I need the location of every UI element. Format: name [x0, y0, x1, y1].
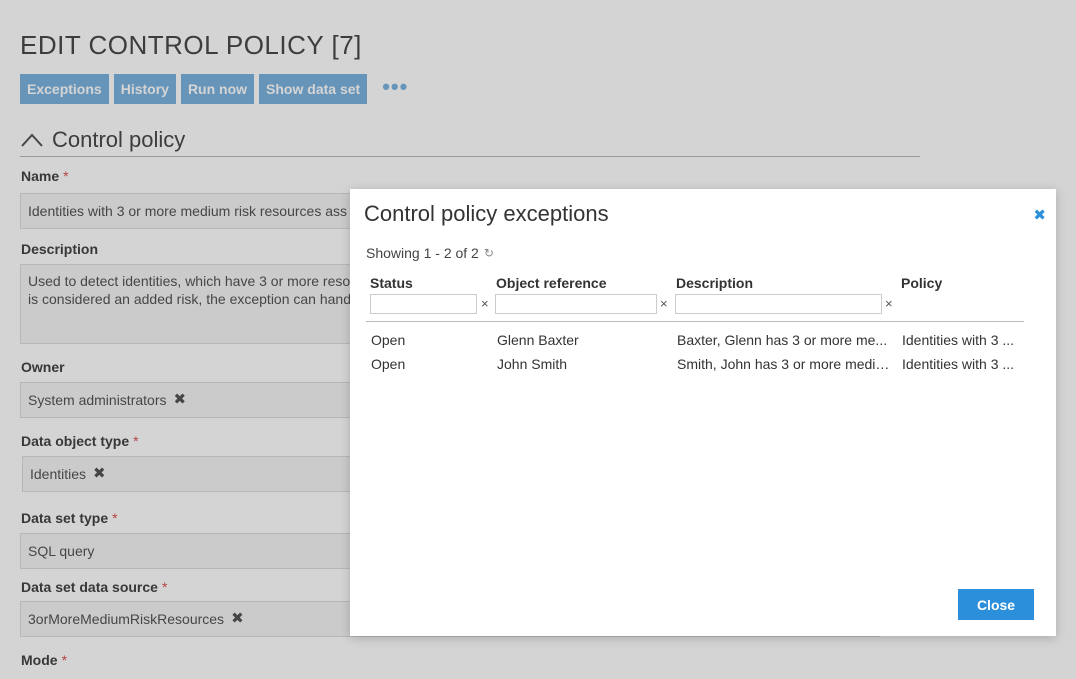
table-row[interactable]: Open Glenn Baxter Baxter, Glenn has 3 or… [366, 328, 1024, 352]
close-icon[interactable]: ✖ [1033, 206, 1046, 224]
row-policy: Identities with 3 ... [902, 332, 1015, 348]
column-header-status[interactable]: Status [370, 275, 413, 291]
row-policy: Identities with 3 ... [902, 356, 1015, 372]
object-reference-filter-input[interactable] [495, 294, 657, 314]
table-row[interactable]: Open John Smith Smith, John has 3 or mor… [366, 352, 1024, 376]
clear-status-filter-icon[interactable]: × [481, 296, 489, 311]
result-count-text: Showing 1 - 2 of 2 [366, 245, 479, 261]
row-object-reference: Glenn Baxter [497, 332, 579, 348]
status-filter-input[interactable] [370, 294, 477, 314]
close-button[interactable]: Close [958, 589, 1034, 620]
modal-title: Control policy exceptions [364, 201, 609, 226]
grid-header: Status Object reference Description Poli… [366, 273, 1024, 322]
description-filter-input[interactable] [675, 294, 882, 314]
row-description: Baxter, Glenn has 3 or more me... [677, 332, 888, 348]
clear-object-reference-filter-icon[interactable]: × [660, 296, 668, 311]
exceptions-grid: Status Object reference Description Poli… [366, 273, 1024, 376]
control-policy-exceptions-dialog: Control policy exceptions ✖ Showing 1 - … [350, 189, 1056, 636]
column-header-description[interactable]: Description [676, 275, 753, 291]
clear-description-filter-icon[interactable]: × [885, 296, 893, 311]
column-header-policy[interactable]: Policy [901, 275, 942, 291]
row-object-reference: John Smith [497, 356, 568, 372]
refresh-icon[interactable]: ↻ [484, 246, 494, 260]
row-status: Open [371, 356, 406, 372]
result-count: Showing 1 - 2 of 2 ↻ [366, 245, 494, 261]
row-status: Open [371, 332, 406, 348]
row-description: Smith, John has 3 or more mediu... [677, 356, 892, 372]
column-header-object-reference[interactable]: Object reference [496, 275, 607, 291]
